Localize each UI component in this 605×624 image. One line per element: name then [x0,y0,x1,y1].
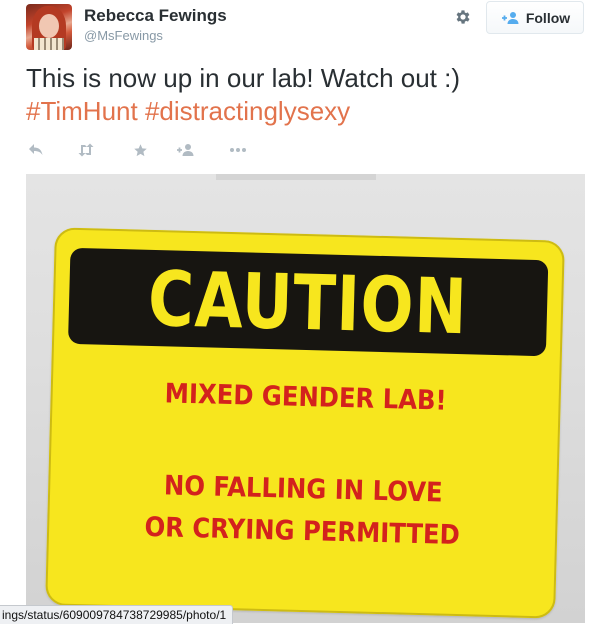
user-name[interactable]: Rebecca Fewings [84,6,227,26]
tweet-actions [26,140,248,160]
gear-icon[interactable] [451,6,475,28]
favorite-icon[interactable] [130,142,150,158]
add-user-icon [500,11,520,25]
tweet-body: This is now up in our lab! Watch out :) [26,63,461,93]
retweet-icon[interactable] [76,142,96,158]
follow-label: Follow [525,9,571,26]
avatar-scarf [34,38,64,50]
follow-button[interactable]: Follow [486,1,584,34]
hashtag-distractinglysexy[interactable]: #distractinglysexy [145,96,350,126]
reply-icon[interactable] [26,142,46,158]
more-icon[interactable] [228,142,248,158]
avatar[interactable] [26,4,72,50]
user-handle[interactable]: @MsFewings [84,28,163,43]
status-bar-url: ings/status/609009784738729985/photo/1 [0,605,234,624]
caution-sign: CAUTION MIXED GENDER LAB! NO FALLING IN … [45,227,565,619]
caution-banner: CAUTION [67,247,549,357]
sign-line-mixed-gender: MIXED GENDER LAB! [164,378,447,417]
tweet-text: This is now up in our lab! Watch out :) … [26,62,586,128]
sign-line-no-falling: NO FALLING IN LOVE [163,470,443,509]
follow-icon[interactable] [176,142,196,158]
avatar-face [39,14,59,38]
caution-headline: CAUTION [147,253,469,351]
tape-strip [216,174,376,180]
tweet-photo[interactable]: CAUTION MIXED GENDER LAB! NO FALLING IN … [26,174,585,623]
sign-line-crying: OR CRYING PERMITTED [144,511,461,552]
hashtag-timhunt[interactable]: #TimHunt [26,96,138,126]
